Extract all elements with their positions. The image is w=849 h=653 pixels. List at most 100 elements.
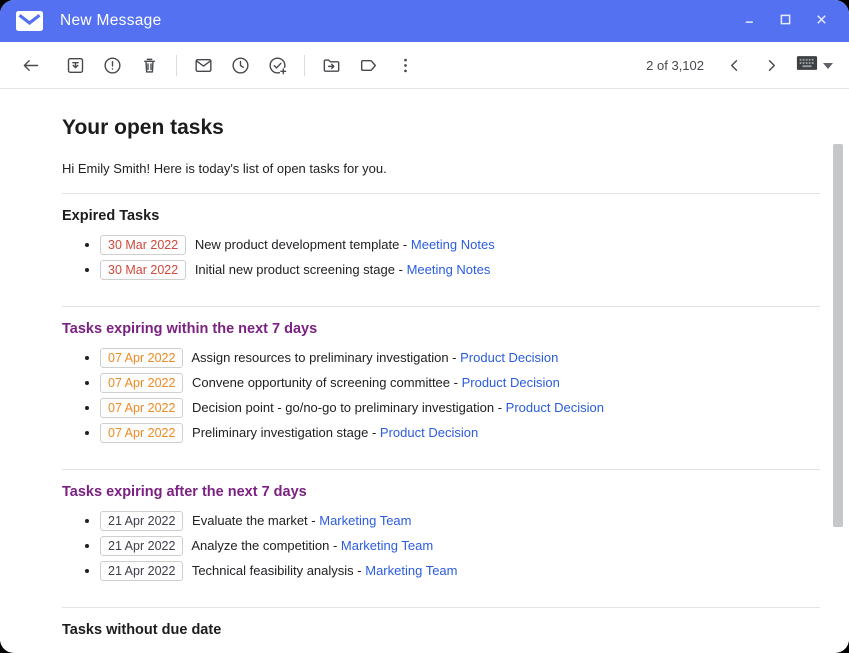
report-spam-button[interactable] <box>94 47 131 84</box>
task-section: Tasks expiring after the next 7 days 21 … <box>62 469 820 590</box>
task-item: 21 Apr 2022 Evaluate the market - Market… <box>100 508 820 533</box>
task-section: Tasks expiring within the next 7 days 07… <box>62 306 820 452</box>
task-text: Evaluate the market - <box>192 513 316 528</box>
window-controls <box>742 12 829 30</box>
back-icon <box>20 55 41 76</box>
email-greeting: Hi Emily Smith! Here is today's list of … <box>62 161 820 176</box>
clock-icon <box>230 55 251 76</box>
chevron-right-icon <box>762 56 781 75</box>
maximize-button[interactable] <box>778 12 793 30</box>
older-button[interactable] <box>753 47 790 84</box>
due-date-badge: 07 Apr 2022 <box>100 348 183 368</box>
task-item: 07 Apr 2022 Preliminary investigation st… <box>100 420 820 445</box>
section-divider <box>62 469 820 470</box>
due-date-badge: 30 Mar 2022 <box>100 260 186 280</box>
label-button[interactable] <box>350 47 387 84</box>
task-item: Identify production process steps requir… <box>100 646 820 652</box>
task-list-link[interactable]: Marketing Team <box>365 563 457 578</box>
task-text: Technical feasibility analysis - <box>192 563 362 578</box>
minimize-icon <box>742 12 757 30</box>
task-text: Identify production process steps requir… <box>100 651 349 652</box>
move-to-button[interactable] <box>313 47 350 84</box>
due-date-badge: 21 Apr 2022 <box>100 511 183 531</box>
task-list-link[interactable]: Product Decision <box>506 400 604 415</box>
newer-button[interactable] <box>716 47 753 84</box>
task-item: 21 Apr 2022 Analyze the competition - Ma… <box>100 533 820 558</box>
section-divider <box>62 306 820 307</box>
due-date-badge: 07 Apr 2022 <box>100 373 183 393</box>
task-item: 07 Apr 2022 Assign resources to prelimin… <box>100 345 820 370</box>
task-list: 21 Apr 2022 Evaluate the market - Market… <box>62 505 820 590</box>
window-titlebar: New Message <box>0 0 849 42</box>
mail-toolbar: 2 of 3,102 <box>0 42 849 89</box>
due-date-badge: 21 Apr 2022 <box>100 536 183 556</box>
email-heading: Your open tasks <box>62 116 820 140</box>
new-message-window: New Message <box>0 0 849 653</box>
task-list-link[interactable]: Emilys Tasks <box>353 651 428 652</box>
archive-icon <box>65 55 86 76</box>
vertical-scrollbar[interactable] <box>833 144 843 527</box>
report-spam-icon <box>102 55 123 76</box>
close-icon <box>814 12 829 30</box>
message-count: 2 of 3,102 <box>646 58 704 73</box>
trash-icon <box>139 55 160 76</box>
due-date-badge: 07 Apr 2022 <box>100 423 183 443</box>
mail-icon <box>193 55 214 76</box>
task-item: 21 Apr 2022 Technical feasibility analys… <box>100 558 820 583</box>
move-to-folder-icon <box>321 55 342 76</box>
task-text: Initial new product screening stage - <box>195 262 403 277</box>
due-date-badge: 30 Mar 2022 <box>100 235 186 255</box>
toolbar-divider <box>176 55 177 76</box>
keyboard-icon <box>796 55 818 76</box>
archive-button[interactable] <box>57 47 94 84</box>
task-text: Decision point - go/no-go to preliminary… <box>192 400 502 415</box>
task-text: New product development template - <box>195 237 407 252</box>
task-item: 30 Mar 2022 Initial new product screenin… <box>100 257 820 282</box>
task-list: Identify production process steps requir… <box>62 643 820 652</box>
section-title: Tasks without due date <box>62 622 820 638</box>
more-options-button[interactable] <box>387 47 424 84</box>
task-list: 30 Mar 2022 New product development temp… <box>62 229 820 289</box>
due-date-badge: 21 Apr 2022 <box>100 561 183 581</box>
task-text: Convene opportunity of screening committ… <box>192 375 458 390</box>
task-sections: Expired Tasks 30 Mar 2022 New product de… <box>62 193 820 652</box>
back-button[interactable] <box>12 47 49 84</box>
minimize-button[interactable] <box>742 12 757 30</box>
task-list-link[interactable]: Marketing Team <box>341 538 433 553</box>
section-divider <box>62 607 820 608</box>
delete-button[interactable] <box>131 47 168 84</box>
maximize-icon <box>778 12 793 30</box>
email-content-pane: Your open tasks Hi Emily Smith! Here is … <box>0 89 849 652</box>
task-list: 07 Apr 2022 Assign resources to prelimin… <box>62 342 820 452</box>
chevron-left-icon <box>725 56 744 75</box>
add-task-icon <box>267 55 288 76</box>
task-list-link[interactable]: Product Decision <box>462 375 560 390</box>
window-title: New Message <box>60 12 162 30</box>
mark-unread-button[interactable] <box>185 47 222 84</box>
email-body: Your open tasks Hi Emily Smith! Here is … <box>0 89 849 652</box>
snooze-button[interactable] <box>222 47 259 84</box>
task-section: Tasks without due date Identify producti… <box>62 607 820 652</box>
task-section: Expired Tasks 30 Mar 2022 New product de… <box>62 193 820 289</box>
gmail-envelope-icon <box>16 11 43 31</box>
due-date-badge: 07 Apr 2022 <box>100 398 183 418</box>
section-title: Tasks expiring after the next 7 days <box>62 484 820 500</box>
section-title: Expired Tasks <box>62 208 820 224</box>
section-divider <box>62 193 820 194</box>
toolbar-divider <box>304 55 305 76</box>
label-icon <box>358 55 379 76</box>
add-to-tasks-button[interactable] <box>259 47 296 84</box>
section-title: Tasks expiring within the next 7 days <box>62 321 820 337</box>
more-vert-icon <box>395 55 416 76</box>
task-list-link[interactable]: Product Decision <box>380 425 478 440</box>
close-button[interactable] <box>814 12 829 30</box>
task-item: 30 Mar 2022 New product development temp… <box>100 232 820 257</box>
task-text: Analyze the competition - <box>191 538 337 553</box>
task-list-link[interactable]: Marketing Team <box>319 513 411 528</box>
task-list-link[interactable]: Product Decision <box>460 350 558 365</box>
task-text: Preliminary investigation stage - <box>192 425 376 440</box>
task-item: 07 Apr 2022 Convene opportunity of scree… <box>100 370 820 395</box>
task-list-link[interactable]: Meeting Notes <box>411 237 495 252</box>
task-list-link[interactable]: Meeting Notes <box>407 262 491 277</box>
input-tools-button[interactable] <box>796 55 833 76</box>
